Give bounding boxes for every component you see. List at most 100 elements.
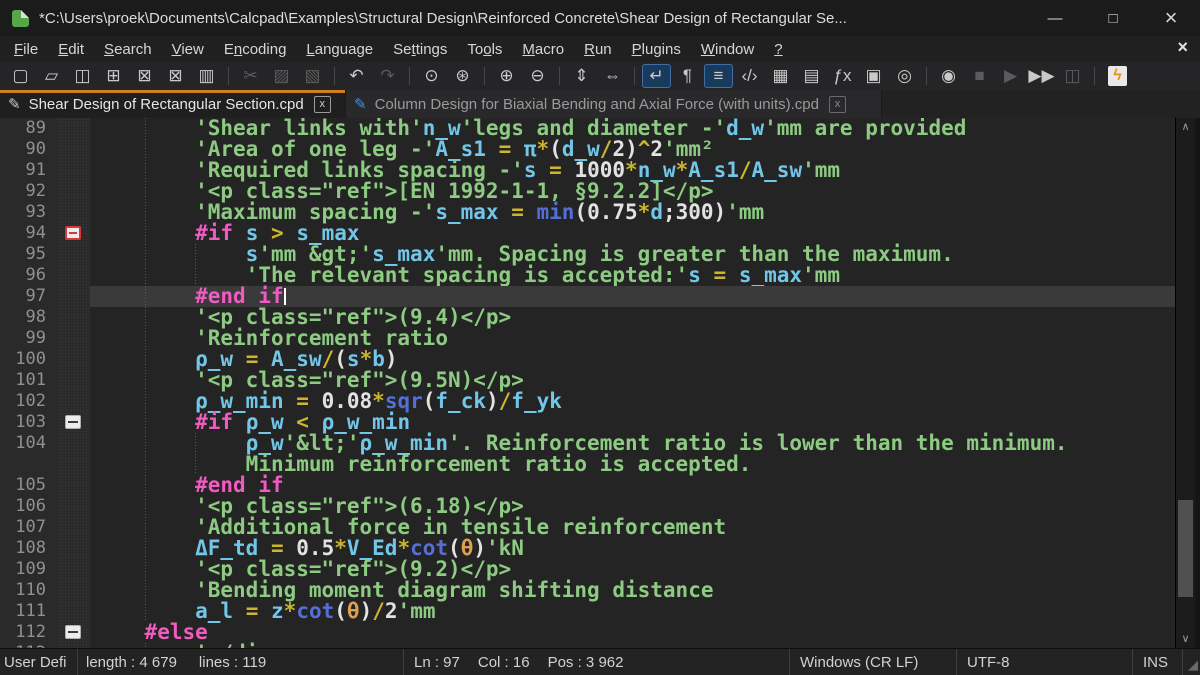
find-icon[interactable]: ⊙ [417, 64, 446, 88]
code-text[interactable]: 'Reinforcement ratio [90, 328, 1175, 349]
menu-plugins[interactable]: Plugins [622, 39, 691, 60]
show-all-characters-icon[interactable]: ¶ [673, 64, 702, 88]
code-text[interactable]: ΔF_td = 0.5*V_Ed*cot(θ)'kN [90, 538, 1175, 559]
monitoring-icon[interactable]: ◎ [890, 64, 919, 88]
code-text[interactable]: ρ_w = A_sw/(s*b) [90, 349, 1175, 370]
indent-guide-line [145, 286, 146, 307]
code-token [258, 599, 271, 623]
code-text[interactable]: 'The relevant spacing is accepted:'s = s… [90, 265, 1175, 286]
fold-margin [58, 265, 90, 286]
code-text[interactable]: 'Bending moment diagram shifting distanc… [90, 580, 1175, 601]
document-map-icon[interactable]: ▦ [766, 64, 795, 88]
menu-file[interactable]: File [4, 39, 48, 60]
tab-active[interactable]: ✎Shear Design of Rectangular Section.cpd… [0, 90, 346, 118]
sync-vertical-scroll-icon[interactable]: ⇕ [567, 64, 596, 88]
code-text[interactable]: a_l = z*cot(θ)/2'mm [90, 601, 1175, 622]
minimize-button[interactable]: — [1026, 0, 1084, 36]
close-icon[interactable]: ⊠ [130, 64, 159, 88]
undo-icon[interactable]: ↶ [342, 64, 371, 88]
menu-macro[interactable]: Macro [512, 39, 574, 60]
vertical-scrollbar[interactable]: ∧ ∨ [1175, 118, 1195, 648]
code-text[interactable]: #else [90, 622, 1175, 643]
status-insert-mode: INS [1133, 649, 1183, 675]
resize-grip-icon[interactable]: ◢ [1188, 651, 1200, 673]
sync-horizontal-scroll-icon[interactable]: ⇔ [598, 64, 627, 88]
tab-close-button[interactable]: x [829, 96, 846, 113]
code-text[interactable]: 'Shear links with'n_w'legs and diameter … [90, 118, 1175, 139]
code-text[interactable]: ρ_w'&lt;'ρ_w_min'. Reinforcement ratio i… [90, 433, 1175, 454]
indent-guide-icon[interactable]: ≡ [704, 64, 733, 88]
print-icon[interactable]: ▥ [192, 64, 221, 88]
record-macro-icon[interactable]: ◉ [934, 64, 963, 88]
tab-inactive[interactable]: ✎Column Design for Biaxial Bending and A… [346, 90, 882, 118]
paste-icon[interactable]: ▧ [298, 64, 327, 88]
save-all-icon[interactable]: ⊞ [99, 64, 128, 88]
code-text[interactable]: #if ρ_w < ρ_w_min [90, 412, 1175, 433]
menu-run[interactable]: Run [574, 39, 622, 60]
document-list-icon[interactable]: ▤ [797, 64, 826, 88]
scrollbar-thumb[interactable] [1178, 500, 1193, 597]
code-text[interactable]: '<p class="ref">(6.18)</p> [90, 496, 1175, 517]
maximize-button[interactable]: □ [1084, 0, 1142, 36]
fold-collapse-marker-active[interactable] [65, 226, 81, 240]
replace-icon[interactable]: ⊛ [448, 64, 477, 88]
scroll-up-arrow-icon[interactable]: ∧ [1176, 120, 1195, 134]
menu-settings[interactable]: Settings [383, 39, 457, 60]
new-file-icon[interactable]: ▢ [6, 64, 35, 88]
menu-edit[interactable]: Edit [48, 39, 94, 60]
menu-help[interactable]: ? [764, 39, 792, 60]
code-text[interactable]: '<p class="ref">(9.5N)</p> [90, 370, 1175, 391]
zoom-out-icon[interactable]: ⊖ [523, 64, 552, 88]
play-macro-icon[interactable]: ▶ [996, 64, 1025, 88]
menu-view[interactable]: View [162, 39, 214, 60]
run-macro-multiple-icon[interactable]: ▶▶ [1027, 64, 1056, 88]
code-text[interactable]: '<p class="ref">[EN 1992-1-1, §9.2.2]</p… [90, 181, 1175, 202]
monitor-icon[interactable]: ▣ [859, 64, 888, 88]
close-document-x-icon[interactable]: × [1177, 37, 1188, 58]
word-wrap-icon[interactable]: ↵ [642, 64, 671, 88]
function-list-icon[interactable]: ƒx [828, 64, 857, 88]
close-button[interactable]: × [1142, 0, 1200, 36]
code-text[interactable]: s'mm &gt;'s_max'mm. Spacing is greater t… [90, 244, 1175, 265]
code-text[interactable]: '<p class="ref">(9.4)</p> [90, 307, 1175, 328]
code-text[interactable]: 'Additional force in tensile reinforceme… [90, 517, 1175, 538]
code-text[interactable]: ρ_w_min = 0.08*sqr(f_ck)/f_yk [90, 391, 1175, 412]
code-text[interactable]: #end if [90, 475, 1175, 496]
close-all-icon[interactable]: ⊠ [161, 64, 190, 88]
copy-icon[interactable]: ▨ [267, 64, 296, 88]
fold-margin [58, 391, 90, 412]
fold-collapse-marker[interactable] [65, 625, 81, 639]
code-text[interactable]: #if s > s_max [90, 223, 1175, 244]
code-text[interactable]: #end if [90, 286, 1175, 307]
plugin-calcpad-icon[interactable]: ϟ [1108, 66, 1127, 86]
save-macro-icon[interactable]: ◫ [1058, 64, 1087, 88]
code-text[interactable]: Minimum reinforcement ratio is accepted. [90, 454, 1175, 475]
menu-window[interactable]: Window [691, 39, 764, 60]
code-token: z [271, 599, 284, 623]
menu-search[interactable]: Search [94, 39, 162, 60]
code-text[interactable]: 'Area of one leg -'A_s1 = π*(d_w/2)^2'mm… [90, 139, 1175, 160]
code-token: = [246, 599, 259, 623]
status-doc-size: length : 4 679lines : 119 [78, 649, 404, 675]
cut-icon[interactable]: ✂ [236, 64, 265, 88]
redo-icon[interactable]: ↷ [373, 64, 402, 88]
fold-collapse-marker[interactable] [65, 415, 81, 429]
menu-tools[interactable]: Tools [457, 39, 512, 60]
scroll-down-arrow-icon[interactable]: ∨ [1176, 632, 1195, 646]
user-defined-language-icon[interactable]: ‹/› [735, 64, 764, 88]
code-token: 'mm [802, 263, 840, 287]
code-text[interactable]: 'Maximum spacing -'s_max = min(0.75*d;30… [90, 202, 1175, 223]
open-file-icon[interactable]: ▱ [37, 64, 66, 88]
zoom-in-icon[interactable]: ⊕ [492, 64, 521, 88]
menu-encoding[interactable]: Encoding [214, 39, 297, 60]
editor-area: 89'Shear links with'n_w'legs and diamete… [0, 118, 1200, 648]
stop-macro-icon[interactable]: ■ [965, 64, 994, 88]
save-icon[interactable]: ◫ [68, 64, 97, 88]
tab-close-button[interactable]: x [314, 96, 331, 113]
line-number: 99 [0, 328, 58, 349]
code-token: ( [334, 599, 347, 623]
code-view[interactable]: 89'Shear links with'n_w'legs and diamete… [0, 118, 1175, 648]
code-text[interactable]: 'Required links spacing -'s = 1000*n_w*A… [90, 160, 1175, 181]
code-text[interactable]: '<p class="ref">(9.2)</p> [90, 559, 1175, 580]
menu-language[interactable]: Language [296, 39, 383, 60]
